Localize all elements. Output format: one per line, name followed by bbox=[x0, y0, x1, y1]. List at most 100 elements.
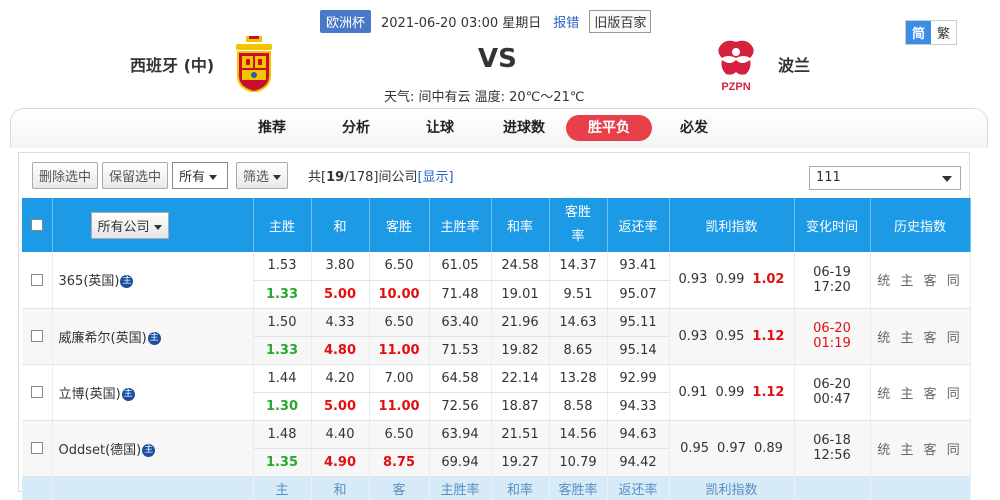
table-row[interactable]: 365(英国) 主 1.53 3.80 6.50 61.05 24.58 14.37 93.41… bbox=[22, 252, 971, 309]
live-odds-cell: 1.33 bbox=[253, 336, 312, 365]
select-all-checkbox[interactable] bbox=[30, 219, 43, 231]
live-odds-cell: 10.00 bbox=[369, 280, 430, 309]
col-history[interactable]: 历史指数 bbox=[870, 198, 971, 252]
kelly-value: 0.93 bbox=[678, 328, 708, 344]
open-odds-cell: 4.20 bbox=[311, 364, 370, 393]
delete-selected-button[interactable]: 删除选中 bbox=[32, 161, 99, 189]
live-odds-cell: 1.35 bbox=[253, 448, 312, 477]
chevron-down-icon bbox=[153, 224, 162, 230]
language-switch: 简 繁 bbox=[905, 20, 958, 45]
open-odds-cell: 63.40 bbox=[429, 308, 492, 337]
col-kelly[interactable]: 凯利指数 bbox=[669, 198, 795, 252]
history-links[interactable]: 统 主 客 同 bbox=[870, 364, 971, 421]
col-change-time[interactable]: 变化时间 bbox=[794, 198, 871, 252]
open-odds-cell: 92.99 bbox=[607, 364, 670, 393]
tab-betfair[interactable]: 必发 bbox=[652, 115, 736, 141]
old-version-button[interactable]: 旧版百家 bbox=[589, 9, 652, 33]
row-checkbox[interactable] bbox=[30, 442, 43, 454]
change-time-cell[interactable]: 06-20 00:47 bbox=[794, 364, 871, 421]
company-name[interactable]: 威廉希尔(英国) bbox=[59, 331, 147, 346]
lang-traditional[interactable]: 繁 bbox=[931, 21, 956, 44]
change-time-cell[interactable]: 06-20 01:19 bbox=[794, 308, 871, 365]
open-odds-cell: 63.94 bbox=[429, 420, 492, 449]
col-return-rate[interactable]: 返还率 bbox=[607, 198, 670, 252]
tab-win-draw-loss[interactable]: 胜平负 bbox=[566, 115, 652, 141]
chevron-down-icon bbox=[209, 174, 218, 180]
company-name-cell[interactable]: 威廉希尔(英国) 主 bbox=[52, 308, 254, 365]
live-odds-cell: 94.33 bbox=[607, 392, 670, 421]
company-name[interactable]: 365(英国) bbox=[59, 274, 120, 289]
live-odds-cell: 1.33 bbox=[253, 280, 312, 309]
scope-select[interactable]: 所有 bbox=[172, 161, 229, 189]
kelly-value: 0.99 bbox=[715, 272, 745, 288]
kelly-value: 1.12 bbox=[752, 328, 785, 344]
footer-draw-rate: 和率 bbox=[491, 476, 550, 500]
tab-recommend[interactable]: 推荐 bbox=[230, 115, 314, 141]
away-team-name: 波兰 bbox=[778, 56, 811, 75]
count-shown: 19 bbox=[326, 169, 345, 185]
lang-simplified[interactable]: 简 bbox=[906, 21, 932, 44]
live-odds-cell: 5.00 bbox=[311, 280, 370, 309]
open-odds-cell: 21.51 bbox=[491, 420, 550, 449]
live-odds-cell: 95.07 bbox=[607, 280, 670, 309]
company-name-cell[interactable]: 365(英国) 主 bbox=[52, 252, 254, 309]
show-link[interactable]: [显示] bbox=[417, 170, 453, 185]
match-datetime: 2021-06-20 03:00 星期日 bbox=[381, 15, 542, 31]
company-name-cell[interactable]: Oddset(德国) 主 bbox=[52, 420, 254, 477]
table-row[interactable]: 立博(英国) 主 1.44 4.20 7.00 64.58 22.14 13.28 92.99 0… bbox=[22, 364, 971, 421]
col-away-win[interactable]: 客胜 bbox=[369, 198, 430, 252]
live-odds-cell: 8.75 bbox=[369, 448, 430, 477]
company-name[interactable]: Oddset(德国) bbox=[59, 443, 142, 458]
kelly-cell: 0.93 0.95 1.12 bbox=[669, 308, 795, 365]
live-odds-cell: 9.51 bbox=[549, 280, 608, 309]
tab-analysis[interactable]: 分析 bbox=[314, 115, 398, 141]
company-dropdown[interactable]: 111 bbox=[809, 166, 961, 190]
live-odds-cell: 10.79 bbox=[549, 448, 608, 477]
kelly-cell: 0.95 0.97 0.89 bbox=[669, 420, 795, 477]
footer-draw: 和 bbox=[311, 476, 370, 500]
keep-selected-button[interactable]: 保留选中 bbox=[102, 161, 169, 189]
tab-handicap[interactable]: 让球 bbox=[398, 115, 482, 141]
row-checkbox[interactable] bbox=[30, 386, 43, 398]
open-odds-cell: 6.50 bbox=[369, 252, 430, 281]
history-links[interactable]: 统 主 客 同 bbox=[870, 420, 971, 477]
cup-badge[interactable]: 欧洲杯 bbox=[320, 9, 372, 33]
change-time-cell[interactable]: 06-19 17:20 bbox=[794, 252, 871, 309]
company-name-cell[interactable]: 立博(英国) 主 bbox=[52, 364, 254, 421]
col-home-win[interactable]: 主胜 bbox=[253, 198, 312, 252]
open-odds-cell: 94.63 bbox=[607, 420, 670, 449]
tab-goals[interactable]: 进球数 bbox=[482, 115, 566, 141]
row-checkbox[interactable] bbox=[30, 273, 43, 286]
row-checkbox[interactable] bbox=[30, 330, 43, 342]
open-odds-cell: 3.80 bbox=[311, 252, 370, 281]
history-links[interactable]: 统 主 客 同 bbox=[870, 308, 971, 365]
chevron-down-icon bbox=[273, 174, 282, 180]
live-odds-cell: 19.01 bbox=[491, 280, 550, 309]
report-link[interactable]: 报错 bbox=[553, 12, 579, 31]
footer-home: 主 bbox=[253, 476, 312, 500]
history-links[interactable]: 统 主 客 同 bbox=[870, 252, 971, 309]
col-draw[interactable]: 和 bbox=[311, 198, 370, 252]
col-draw-rate[interactable]: 和率 bbox=[491, 198, 550, 252]
change-time-cell[interactable]: 06-18 12:56 bbox=[794, 420, 871, 477]
col-away-rate[interactable]: 客胜率 bbox=[549, 198, 608, 252]
live-odds-cell: 4.90 bbox=[311, 448, 370, 477]
filter-label: 筛选 bbox=[243, 169, 270, 185]
spain-crest-icon bbox=[236, 36, 272, 92]
company-name[interactable]: 立博(英国) bbox=[59, 387, 121, 402]
home-badge-icon: 主 bbox=[147, 331, 161, 345]
kelly-value: 0.89 bbox=[753, 440, 783, 456]
live-odds-cell: 69.94 bbox=[429, 448, 492, 477]
live-odds-cell: 19.27 bbox=[491, 448, 550, 477]
table-row[interactable]: 威廉希尔(英国) 主 1.50 4.33 6.50 63.40 21.96 14.63 95.1… bbox=[22, 308, 971, 365]
table-row[interactable]: Oddset(德国) 主 1.48 4.40 6.50 63.94 21.51 14.56 94… bbox=[22, 420, 971, 477]
col-home-rate[interactable]: 主胜率 bbox=[429, 198, 492, 252]
footer-return-rate: 返还率 bbox=[607, 476, 670, 500]
scope-select-value: 所有 bbox=[179, 169, 206, 185]
kelly-value: 0.95 bbox=[680, 440, 710, 456]
all-companies-dropdown[interactable]: 所有公司 bbox=[90, 211, 169, 239]
open-odds-cell: 95.11 bbox=[607, 308, 670, 337]
filter-button[interactable]: 筛选 bbox=[236, 161, 289, 189]
weather-info: 天气: 间中有云 温度: 20℃～21℃ bbox=[384, 90, 585, 105]
chevron-down-icon bbox=[942, 176, 952, 182]
